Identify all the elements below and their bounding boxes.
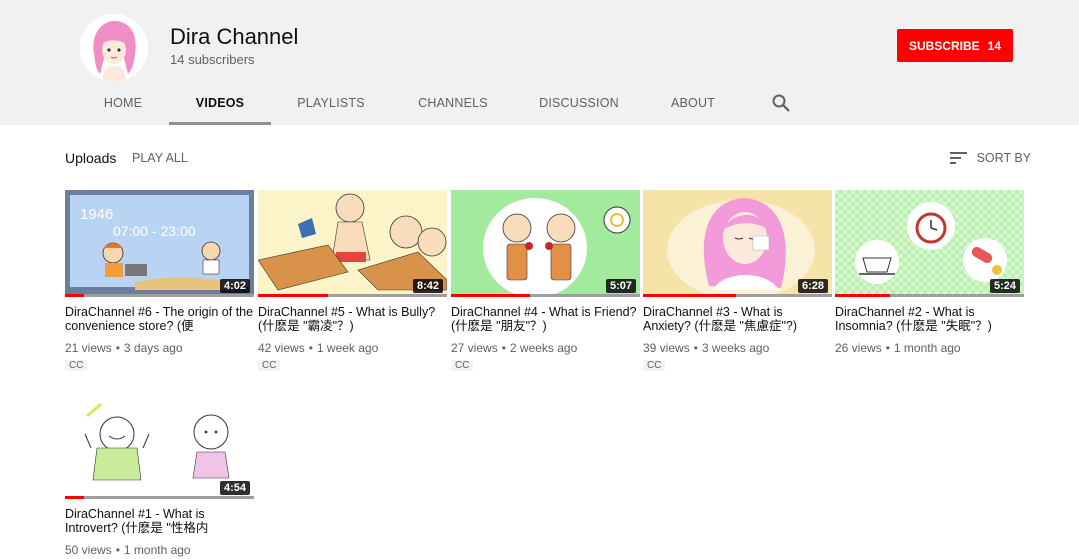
cc-badge: CC <box>643 360 666 371</box>
video-title[interactable]: DiraChannel #3 - What is Anxiety? (什麽是 "… <box>643 305 833 333</box>
video-title[interactable]: DiraChannel #2 - What is Insomnia? (什麽是 … <box>835 305 1025 333</box>
video-card[interactable]: 5:07 DiraChannel #4 - What is Friend? (什… <box>451 190 641 373</box>
watch-progress-fill <box>835 294 890 297</box>
watch-progress-fill <box>643 294 736 297</box>
tab-channels[interactable]: CHANNELS <box>407 80 499 125</box>
video-meta: 39 views • 3 weeks ago <box>643 341 833 355</box>
tab-home[interactable]: HOME <box>93 80 153 125</box>
video-duration: 4:54 <box>219 481 250 495</box>
sort-by-button[interactable]: SORT BY <box>949 148 1031 168</box>
uploads-section-header: Uploads PLAY ALL SORT BY <box>65 148 1031 168</box>
subscribe-count: 14 <box>987 38 1002 53</box>
uploads-title: Uploads <box>65 150 117 166</box>
video-thumbnail[interactable]: 6:28 <box>643 190 832 297</box>
video-card[interactable]: 8:42 DiraChannel #5 - What is Bully? (什麽… <box>258 190 448 373</box>
watch-progress-fill <box>65 294 84 297</box>
view-count: 42 views <box>258 341 305 355</box>
tab-about[interactable]: ABOUT <box>664 80 722 125</box>
video-title[interactable]: DiraChannel #1 - What is Introvert? (什麽是… <box>65 507 255 535</box>
meta-separator: • <box>115 341 120 355</box>
upload-age: 1 week ago <box>316 341 379 355</box>
video-duration: 6:28 <box>797 279 828 293</box>
view-count: 27 views <box>451 341 498 355</box>
video-duration: 5:07 <box>605 279 636 293</box>
watch-progress-bar <box>65 496 254 499</box>
tab-discussion[interactable]: DISCUSSION <box>530 80 628 125</box>
watch-progress-bar <box>643 294 832 297</box>
video-title[interactable]: DiraChannel #4 - What is Friend? (什麽是 "朋… <box>451 305 641 333</box>
upload-age: 3 days ago <box>123 341 183 355</box>
video-thumbnail[interactable]: 1946 07:00 - 23:00 4:02 <box>65 190 254 297</box>
sort-icon <box>949 152 967 164</box>
upload-age: 2 weeks ago <box>509 341 578 355</box>
thumb-year-text: 1946 <box>80 206 113 223</box>
channel-avatar[interactable] <box>80 14 148 82</box>
search-icon[interactable] <box>770 92 792 114</box>
watch-progress-fill <box>451 294 531 297</box>
video-card[interactable]: 1946 07:00 - 23:00 4:02 DiraChannel #6 -… <box>65 190 255 373</box>
video-duration: 8:42 <box>412 279 443 293</box>
video-card[interactable]: 4:54 DiraChannel #1 - What is Introvert?… <box>65 392 255 557</box>
video-thumbnail[interactable]: 4:54 <box>65 392 254 499</box>
cc-badge: CC <box>65 360 88 371</box>
view-count: 39 views <box>643 341 690 355</box>
watch-progress-fill <box>65 496 84 499</box>
video-meta: 26 views • 1 month ago <box>835 341 1025 355</box>
video-thumbnail[interactable]: 8:42 <box>258 190 447 297</box>
upload-age: 1 month ago <box>893 341 961 355</box>
watch-progress-bar <box>451 294 640 297</box>
upload-age: 1 month ago <box>123 543 191 557</box>
video-thumbnail[interactable]: 5:24 <box>835 190 1024 297</box>
video-card[interactable]: 5:24 DiraChannel #2 - What is Insomnia? … <box>835 190 1025 355</box>
video-meta: 21 views • 3 days ago <box>65 341 255 355</box>
view-count: 26 views <box>835 341 882 355</box>
video-title[interactable]: DiraChannel #5 - What is Bully? (什麽是 "霸凌… <box>258 305 448 333</box>
upload-age: 3 weeks ago <box>701 341 770 355</box>
tab-videos[interactable]: VIDEOS <box>169 80 271 125</box>
video-duration: 4:02 <box>219 279 250 293</box>
video-title[interactable]: DiraChannel #6 - The origin of the conve… <box>65 305 255 333</box>
view-count: 21 views <box>65 341 112 355</box>
watch-progress-bar <box>65 294 254 297</box>
watch-progress-bar <box>835 294 1024 297</box>
video-thumbnail[interactable]: 5:07 <box>451 190 640 297</box>
video-duration: 5:24 <box>989 279 1020 293</box>
cc-badge: CC <box>451 360 474 371</box>
thumb-hours-text: 07:00 - 23:00 <box>113 223 196 239</box>
video-meta: 42 views • 1 week ago <box>258 341 448 355</box>
video-card[interactable]: 6:28 DiraChannel #3 - What is Anxiety? (… <box>643 190 833 373</box>
meta-separator: • <box>115 543 120 557</box>
cc-badge: CC <box>258 360 281 371</box>
watch-progress-fill <box>258 294 328 297</box>
meta-separator: • <box>501 341 506 355</box>
video-meta: 50 views • 1 month ago <box>65 543 255 557</box>
meta-separator: • <box>693 341 698 355</box>
tab-playlists[interactable]: PLAYLISTS <box>287 80 375 125</box>
meta-separator: • <box>308 341 313 355</box>
watch-progress-bar <box>258 294 447 297</box>
video-meta: 27 views • 2 weeks ago <box>451 341 641 355</box>
avatar-illustration <box>80 14 148 82</box>
subscriber-count: 14 subscribers <box>170 52 255 67</box>
view-count: 50 views <box>65 543 112 557</box>
meta-separator: • <box>885 341 890 355</box>
channel-header: Dira Channel 14 subscribers SUBSCRIBE 14… <box>0 0 1079 125</box>
subscribe-label: SUBSCRIBE <box>908 38 980 53</box>
subscribe-button[interactable]: SUBSCRIBE 14 <box>897 29 1013 62</box>
channel-tabs: HOME VIDEOS PLAYLISTS CHANNELS DISCUSSIO… <box>0 80 1079 125</box>
play-all-button[interactable]: PLAY ALL <box>132 151 188 165</box>
channel-title: Dira Channel <box>170 24 299 49</box>
sort-by-label: SORT BY <box>976 151 1031 165</box>
